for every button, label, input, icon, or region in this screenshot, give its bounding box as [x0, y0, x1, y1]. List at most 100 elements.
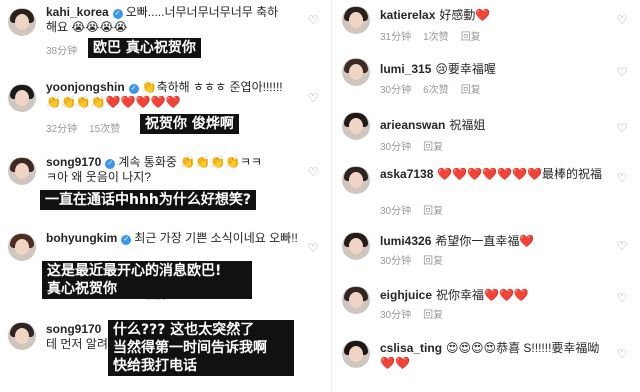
comment-text: song9170 ✓ 계속 통화중 👏👏👏👏ㅋㅋ ㅋ아 왜 웃음이 나지? [46, 155, 301, 185]
verified-badge-icon: ✓ [121, 235, 132, 245]
comment-time: 32分钟 [46, 124, 78, 135]
heart-outline-icon[interactable]: ♡ [307, 242, 319, 254]
comment-time: 30分钟 [380, 310, 412, 321]
subtitle-caption: 欧巴 真心祝贺你 [88, 38, 201, 58]
comment-body: 😢要幸福喔 [435, 62, 496, 76]
comment-line: 해요 😭😭😭😭 [46, 20, 128, 34]
comment-likes[interactable]: 6次赞 [423, 85, 449, 96]
comment-text: eighjuice 祝你幸福❤️❤️❤️ [380, 288, 610, 303]
comment-line: ㅋ아 왜 웃음이 나지? [46, 170, 151, 184]
avatar[interactable] [8, 322, 36, 350]
comment-username[interactable]: bohyungkim [46, 231, 117, 245]
comment-meta: 31分钟 1次赞 回复 [380, 28, 493, 43]
avatar[interactable] [342, 6, 370, 34]
comment-text: yoonjongshin ✓ 👏축하해 ㅎㅎㅎ 준엽아!!!!!! 👏👏👏👏❤️❤️… [46, 80, 301, 110]
heart-outline-icon[interactable]: ♡ [616, 66, 628, 78]
heart-outline-icon[interactable]: ♡ [307, 92, 319, 104]
comment-username[interactable]: katierelax [380, 8, 435, 22]
comment-line: 👏👏👏👏❤️❤️❤️❤️❤️ [46, 95, 181, 109]
verified-badge-icon: ✓ [112, 9, 123, 19]
comment-time: 30分钟 [380, 206, 412, 217]
avatar[interactable] [8, 8, 36, 36]
comments-left-column: kahi_korea ✓ 오빠.....너무너무너무너무 축하 해요 😭😭😭😭 38… [0, 0, 332, 392]
avatar[interactable] [342, 112, 370, 140]
comment-text: cslisa_ting 😍😍😍😍恭喜 S!!!!!!要幸福呦❤️❤️ [380, 341, 610, 371]
comment-username[interactable]: aska7138 [380, 167, 433, 181]
comment-body: 希望你一直幸福❤️ [435, 234, 535, 248]
comment-text: lumi_315 😢要幸福喔 [380, 62, 610, 77]
comment-meta: 30分钟 6次赞 回复 [380, 81, 493, 96]
reply-button[interactable]: 回复 [461, 85, 481, 96]
heart-outline-icon[interactable]: ♡ [616, 292, 628, 304]
comment-username[interactable]: song9170 [46, 322, 101, 336]
avatar[interactable] [8, 157, 36, 185]
reply-button[interactable]: 回复 [461, 32, 481, 43]
comment-meta: 30分钟 回复 [380, 306, 455, 321]
heart-outline-icon[interactable]: ♡ [307, 14, 319, 26]
comment-meta: 30分钟 回复 [380, 252, 455, 267]
comment-likes[interactable]: 1次赞 [423, 32, 449, 43]
verified-badge-icon: ✓ [105, 159, 116, 169]
subtitle-line: 真心祝贺你 [47, 281, 117, 297]
comment-username[interactable]: lumi_315 [380, 62, 431, 76]
comment-username[interactable]: song9170 [46, 155, 101, 169]
comment-username[interactable]: arieanswan [380, 118, 445, 132]
avatar[interactable] [342, 166, 370, 194]
comment-text: arieanswan 祝福姐 [380, 118, 610, 133]
comment-time: 31分钟 [380, 32, 412, 43]
comment-body: 好感動❤️ [439, 8, 491, 22]
reply-button[interactable]: 回复 [423, 256, 443, 267]
comment-time: 30分钟 [380, 256, 412, 267]
subtitle-line: 什么??? 这也太突然了 [113, 322, 255, 338]
comment-username[interactable]: eighjuice [380, 288, 432, 302]
comment-line: 오빠.....너무너무너무너무 축하 [125, 5, 279, 19]
comment-text: kahi_korea ✓ 오빠.....너무너무너무너무 축하 해요 😭😭😭😭 [46, 5, 301, 35]
comment-meta: 32分钟 15次赞 [46, 120, 132, 135]
comment-likes[interactable]: 15次赞 [89, 124, 120, 135]
avatar[interactable] [342, 286, 370, 314]
comment-line: 계속 통화중 👏👏👏👏ㅋㅋ [118, 155, 263, 169]
subtitle-caption: 祝贺你 俊烨啊 [140, 114, 239, 134]
comment-username[interactable]: lumi4326 [380, 234, 431, 248]
heart-outline-icon[interactable]: ♡ [616, 172, 628, 184]
comment-text: lumi4326 希望你一直幸福❤️ [380, 234, 610, 249]
subtitle-caption: 一直在通话中hhh为什么好想笑? [40, 190, 257, 210]
comment-username[interactable]: kahi_korea [46, 5, 109, 19]
comment-text: aska7138 ❤️❤️❤️❤️❤️❤️❤️最棒的祝福 [380, 167, 610, 182]
reply-button[interactable]: 回复 [423, 310, 443, 321]
comments-right-column: katierelax 好感動❤️ 31分钟 1次赞 回复 ♡ lumi_315 😢要幸福… [334, 0, 640, 392]
comment-meta: 30分钟 回复 [380, 202, 455, 217]
avatar[interactable] [8, 233, 36, 261]
comment-body: ❤️❤️❤️❤️❤️❤️❤️最棒的祝福 [437, 167, 602, 181]
comment-meta: 38分钟 [46, 42, 89, 57]
comment-time: 30分钟 [380, 142, 412, 153]
heart-outline-icon[interactable]: ♡ [307, 166, 319, 178]
comment-time: 30分钟 [380, 85, 412, 96]
subtitle-line: 这是最近最开心的消息欧巴! [47, 263, 222, 279]
comment-meta: 30分钟 回复 [380, 138, 455, 153]
heart-outline-icon[interactable]: ♡ [616, 14, 628, 26]
avatar[interactable] [342, 340, 370, 368]
comment-line: 👏축하해 ㅎㅎㅎ 준엽아!!!!!! [141, 80, 283, 94]
verified-badge-icon: ✓ [128, 84, 139, 94]
comment-time: 38分钟 [46, 46, 78, 57]
reply-button[interactable]: 回复 [423, 206, 443, 217]
reply-button[interactable]: 回复 [423, 142, 443, 153]
avatar[interactable] [342, 232, 370, 260]
subtitle-line: 快给我打电话 [113, 358, 197, 374]
heart-outline-icon[interactable]: ♡ [616, 240, 628, 252]
comment-text: bohyungkim ✓ 최근 가장 기쁜 소식이네요 오빠!! [46, 231, 301, 246]
subtitle-caption: 这是最近最开心的消息欧巴! 真心祝贺你 [42, 261, 252, 299]
comment-username[interactable]: cslisa_ting [380, 341, 442, 355]
avatar[interactable] [8, 84, 36, 112]
subtitle-line: 当然得第一时间告诉我啊 [113, 340, 267, 356]
comment-body: 祝福姐 [449, 118, 486, 132]
comment-username[interactable]: yoonjongshin [46, 80, 125, 94]
comment-line: 최근 가장 기쁜 소식이네요 오빠!! [134, 231, 298, 245]
comment-body: 祝你幸福❤️❤️❤️ [436, 288, 529, 302]
subtitle-caption: 什么??? 这也太突然了 当然得第一时间告诉我啊 快给我打电话 [108, 320, 294, 376]
heart-outline-icon[interactable]: ♡ [616, 348, 628, 360]
heart-outline-icon[interactable]: ♡ [616, 122, 628, 134]
avatar[interactable] [342, 58, 370, 86]
comment-text: katierelax 好感動❤️ [380, 8, 610, 23]
